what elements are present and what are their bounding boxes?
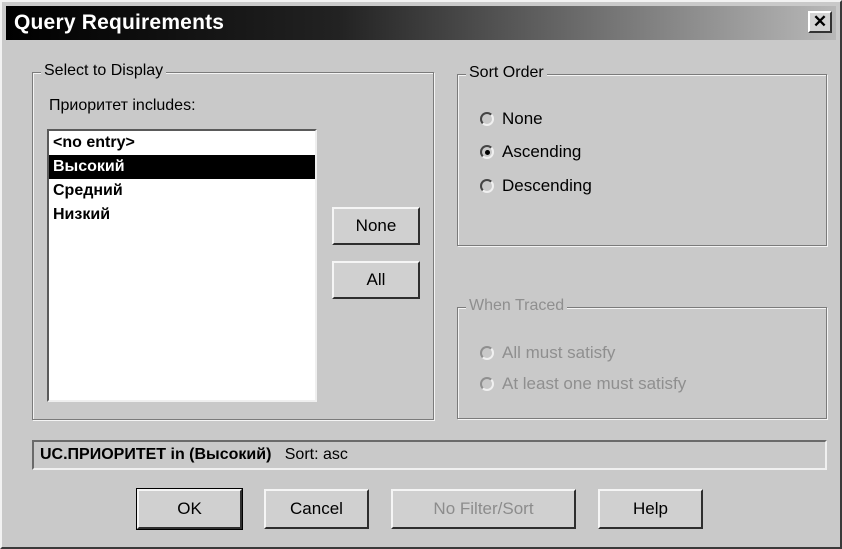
sort-ascending-radio[interactable]: Ascending — [480, 139, 581, 165]
radio-off-icon — [480, 346, 494, 360]
at-least-one-radio[interactable]: At least one must satisfy — [480, 371, 686, 397]
sort-ascending-label: Ascending — [502, 142, 582, 161]
sort-descending-radio[interactable]: Descending — [480, 173, 592, 199]
all-must-satisfy-label: All must satisfy — [502, 343, 616, 362]
title-bar[interactable]: Query Requirements ✕ — [6, 6, 836, 40]
select-all-label: All — [366, 270, 386, 289]
list-item[interactable]: Низкий — [49, 203, 315, 227]
no-filter-sort-label: No Filter/Sort — [433, 499, 534, 518]
sort-none-radio[interactable]: None — [480, 106, 543, 132]
when-traced-legend: When Traced — [466, 297, 568, 315]
query-summary-field: UC.ПРИОРИТЕТ in (Высокий) Sort: asc — [32, 440, 827, 470]
radio-on-icon — [480, 145, 494, 159]
list-item[interactable]: Высокий — [49, 155, 315, 179]
window-title: Query Requirements — [14, 11, 225, 34]
help-button[interactable]: Help — [598, 489, 703, 529]
select-all-button[interactable]: All — [332, 261, 420, 299]
sort-none-label: None — [502, 109, 543, 128]
radio-off-icon — [480, 112, 494, 126]
list-item[interactable]: Средний — [49, 179, 315, 203]
ok-label: OK — [177, 499, 202, 518]
help-label: Help — [633, 499, 668, 518]
priority-includes-label: Приоритет includes: — [49, 97, 196, 114]
ok-button[interactable]: OK — [136, 488, 243, 530]
sort-descending-label: Descending — [502, 176, 592, 195]
at-least-one-label: At least one must satisfy — [502, 374, 687, 393]
select-none-button[interactable]: None — [332, 207, 420, 245]
query-sort-text: Sort: asc — [284, 446, 348, 463]
cancel-label: Cancel — [290, 499, 343, 518]
all-must-satisfy-radio[interactable]: All must satisfy — [480, 340, 615, 366]
radio-off-icon — [480, 179, 494, 193]
query-condition-text: UC.ПРИОРИТЕТ in (Высокий) — [40, 446, 272, 463]
no-filter-sort-button[interactable]: No Filter/Sort — [391, 489, 576, 529]
radio-off-icon — [480, 377, 494, 391]
close-icon: ✕ — [812, 12, 828, 31]
select-none-label: None — [355, 216, 397, 235]
query-requirements-dialog: Query Requirements ✕ Select to Display П… — [0, 0, 842, 549]
sort-order-legend: Sort Order — [466, 64, 547, 82]
close-button[interactable]: ✕ — [808, 11, 832, 33]
priority-listbox[interactable]: <no entry> Высокий Средний Низкий — [47, 129, 317, 402]
cancel-button[interactable]: Cancel — [264, 489, 369, 529]
select-to-display-legend: Select to Display — [41, 62, 167, 80]
list-item[interactable]: <no entry> — [49, 131, 315, 155]
